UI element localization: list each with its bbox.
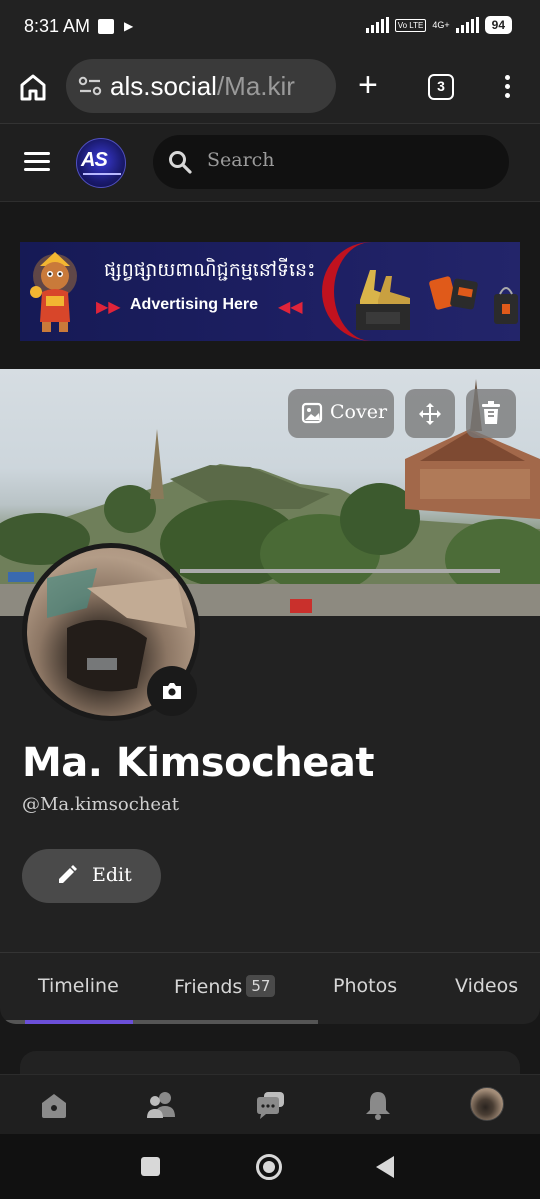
url-text: als.social/Ma.kir bbox=[110, 71, 295, 102]
sale-tag-image bbox=[429, 276, 478, 310]
search-placeholder: Search bbox=[207, 149, 275, 171]
tabs-scrollbar-thumb[interactable] bbox=[25, 1020, 133, 1024]
url-host: als.social bbox=[110, 71, 217, 101]
mascot-image bbox=[30, 252, 77, 332]
system-nav-bar bbox=[0, 1134, 540, 1199]
move-icon bbox=[419, 403, 441, 425]
play-notification-icon: ▶ bbox=[124, 19, 134, 33]
browser-menu-icon[interactable] bbox=[500, 72, 514, 102]
hamburger-menu-icon[interactable] bbox=[24, 152, 50, 172]
site-settings-icon[interactable] bbox=[78, 75, 102, 97]
search-icon bbox=[169, 151, 192, 174]
delete-cover-button[interactable] bbox=[466, 389, 516, 438]
logo-underline bbox=[83, 173, 121, 175]
shoes-image bbox=[356, 270, 410, 330]
profile-avatar-nav[interactable] bbox=[470, 1087, 504, 1121]
status-indicators: Vo LTE 4G+ 94 bbox=[365, 16, 512, 34]
ad-khmer-text: ផ្សព្វផ្សាយពាណិជ្ជកម្មនៅទីនេះ bbox=[104, 259, 316, 281]
chat-icon[interactable] bbox=[254, 1089, 286, 1121]
home-icon[interactable] bbox=[38, 1089, 70, 1121]
notification-square-icon bbox=[98, 19, 114, 34]
status-time: 8:31 AM bbox=[24, 16, 91, 36]
bell-icon[interactable] bbox=[362, 1089, 394, 1121]
camera-icon bbox=[163, 683, 181, 699]
bag-image bbox=[494, 287, 518, 324]
volte-badge: Vo LTE bbox=[394, 18, 427, 32]
trash-icon bbox=[482, 401, 500, 424]
edit-profile-button[interactable]: Edit bbox=[22, 849, 161, 903]
profile-name: Ma. Kimsocheat bbox=[22, 740, 375, 786]
browser-toolbar: als.social/Ma.kir + 3 bbox=[0, 54, 540, 124]
tab-photos[interactable]: Photos bbox=[333, 975, 397, 997]
reposition-cover-button[interactable] bbox=[405, 389, 455, 438]
site-logo[interactable]: AS bbox=[76, 138, 126, 188]
recents-button[interactable] bbox=[141, 1157, 160, 1176]
new-tab-button[interactable]: + bbox=[358, 68, 378, 102]
change-cover-button[interactable]: Cover bbox=[288, 389, 394, 438]
status-bar: 8:31 AM ▶ Vo LTE 4G+ 94 bbox=[0, 0, 540, 54]
tab-timeline[interactable]: Timeline bbox=[38, 975, 119, 997]
ad-area: ផ្សព្វផ្សាយពាណិជ្ជកម្មនៅទីនេះ ▶▶ Adverti… bbox=[0, 203, 540, 369]
system-home-button[interactable] bbox=[256, 1154, 282, 1180]
cover-button-label: Cover bbox=[330, 401, 388, 423]
battery-indicator: 94 bbox=[484, 16, 512, 34]
site-header: AS Search bbox=[0, 124, 540, 202]
edit-button-label: Edit bbox=[92, 864, 132, 886]
friends-count-badge: 57 bbox=[246, 975, 276, 997]
friends-icon[interactable] bbox=[145, 1089, 177, 1121]
tab-videos[interactable]: Videos bbox=[455, 975, 518, 997]
ad-arrows-right: ◀◀ bbox=[278, 297, 303, 316]
bottom-nav bbox=[0, 1074, 540, 1134]
profile-handle: @Ma.kimsocheat bbox=[22, 794, 179, 815]
tab-friends-label: Friends bbox=[174, 976, 243, 998]
back-button[interactable] bbox=[376, 1156, 394, 1178]
network-type: 4G+ bbox=[432, 19, 450, 30]
signal-2-icon bbox=[455, 17, 479, 33]
ad-arrows-left: ▶▶ bbox=[96, 297, 121, 316]
tab-switcher-button[interactable]: 3 bbox=[428, 74, 454, 100]
search-input[interactable]: Search bbox=[153, 135, 509, 189]
logo-text: AS bbox=[81, 149, 108, 171]
pencil-icon bbox=[59, 865, 77, 883]
url-path: /Ma.kir bbox=[216, 71, 295, 101]
tab-friends[interactable]: Friends 57 bbox=[174, 975, 276, 998]
home-icon[interactable] bbox=[18, 72, 48, 102]
ad-english-text: Advertising Here bbox=[130, 296, 259, 313]
profile-tabs: Timeline Friends 57 Photos Videos bbox=[0, 952, 540, 1024]
change-avatar-button[interactable] bbox=[147, 666, 197, 716]
address-bar[interactable]: als.social/Ma.kir bbox=[66, 59, 336, 113]
image-icon bbox=[301, 402, 323, 424]
signal-icon bbox=[365, 17, 389, 33]
ad-banner[interactable]: ផ្សព្វផ្សាយពាណិជ្ជកម្មនៅទីនេះ ▶▶ Adverti… bbox=[20, 242, 520, 341]
